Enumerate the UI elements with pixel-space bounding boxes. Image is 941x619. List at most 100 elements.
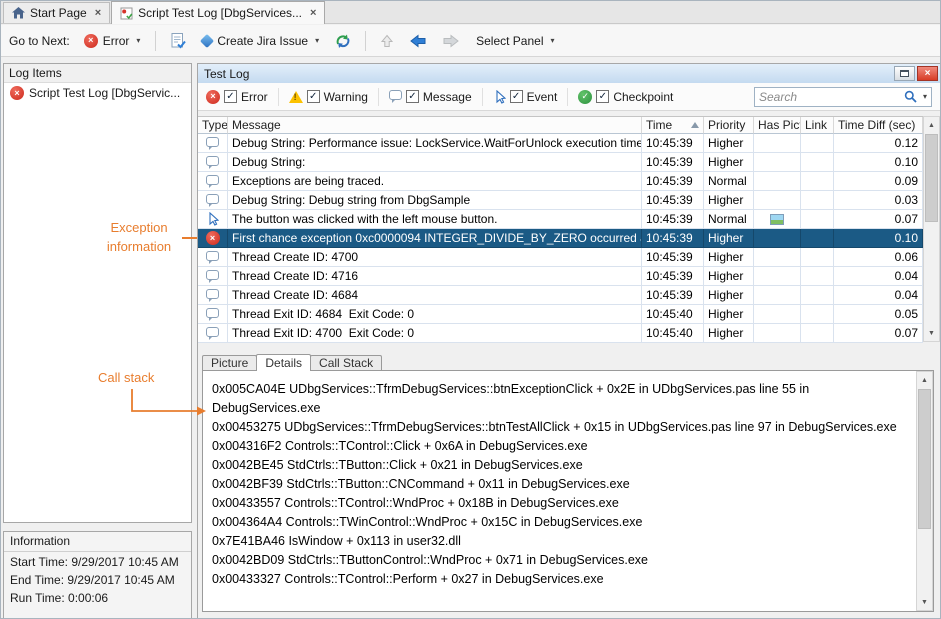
scrollbar-thumb[interactable] <box>918 389 931 529</box>
log-items-panel: Log Items Script Test Log [DbgServic... <box>3 63 192 523</box>
tab-start-page[interactable]: Start Page × <box>3 2 110 23</box>
tab-details[interactable]: Details <box>256 354 311 371</box>
tab-call-stack[interactable]: Call Stack <box>310 355 382 370</box>
column-header-time[interactable]: Time <box>642 117 704 134</box>
table-row[interactable]: Exceptions are being traced. 10:45:39 No… <box>198 172 923 191</box>
go-to-next-dropdown[interactable]: Error ▾ <box>79 31 146 51</box>
filter-separator <box>278 88 279 106</box>
scrollbar-thumb[interactable] <box>925 134 938 222</box>
test-log-window: Start Page × Script Test Log [DbgService… <box>0 0 941 619</box>
filter-separator <box>482 88 483 106</box>
message-icon <box>389 90 402 100</box>
go-to-next-label: Go to Next: <box>9 34 70 48</box>
table-row[interactable]: Thread Create ID: 4684 10:45:39 Higher 0… <box>198 286 923 305</box>
call-stack-line: 0x0042BF39 StdCtrls::TButton::CNCommand … <box>212 475 903 494</box>
filter-label[interactable]: Warning <box>324 90 368 104</box>
call-stack-line: 0x00433327 Controls::TControl::Perform +… <box>212 570 903 589</box>
table-scrollbar[interactable]: ▲ ▼ <box>923 116 940 342</box>
message-icon <box>206 156 219 166</box>
restore-icon <box>900 70 909 77</box>
checkpoint-checkbox[interactable] <box>596 90 609 103</box>
cell-type <box>198 286 228 305</box>
tree-item-script-test-log[interactable]: Script Test Log [DbgServic... <box>4 83 191 102</box>
filter-label[interactable]: Message <box>423 90 472 104</box>
column-header-message[interactable]: Message <box>228 117 642 134</box>
cell-time-diff: 0.04 <box>834 286 923 305</box>
column-header-link[interactable]: Link <box>801 117 834 134</box>
search-dropdown-icon[interactable]: ▾ <box>923 92 927 101</box>
search-icon[interactable] <box>904 90 917 103</box>
table-row[interactable]: Thread Exit ID: 4700 Exit Code: 0 10:45:… <box>198 324 923 343</box>
column-header-label: Time <box>646 118 672 132</box>
call-stack-line: 0x004364A4 Controls::TWinControl::WndPro… <box>212 513 903 532</box>
table-row[interactable]: Thread Create ID: 4700 10:45:39 Higher 0… <box>198 248 923 267</box>
tab-script-test-log[interactable]: Script Test Log [DbgServices... × <box>111 1 325 24</box>
scroll-up-icon[interactable]: ▲ <box>917 372 932 388</box>
table-row-selected[interactable]: First chance exception 0xc0000094 INTEGE… <box>198 229 923 248</box>
cell-has-picture <box>754 210 801 229</box>
tab-label: Start Page <box>30 6 87 20</box>
table-row[interactable]: Debug String: Performance issue: LockSer… <box>198 134 923 153</box>
cell-has-picture <box>754 172 801 191</box>
table-row[interactable]: Debug String: Debug string from DbgSampl… <box>198 191 923 210</box>
end-time-text: End Time: 9/29/2017 10:45 AM <box>4 570 191 588</box>
cell-link <box>801 191 834 210</box>
cell-has-picture <box>754 286 801 305</box>
jira-action-button[interactable] <box>331 31 355 51</box>
log-table: Type Message Time Priority Has Pictu Lin… <box>198 116 923 343</box>
call-stack-line: 0x00433557 Controls::TControl::WndProc +… <box>212 494 903 513</box>
filter-label[interactable]: Error <box>241 90 268 104</box>
tab-picture[interactable]: Picture <box>202 355 257 370</box>
cell-message: The button was clicked with the left mou… <box>228 210 642 229</box>
scroll-up-icon[interactable]: ▲ <box>924 117 939 133</box>
cell-priority: Higher <box>704 153 754 172</box>
search-input[interactable] <box>759 90 900 104</box>
test-log-title: Test Log <box>204 67 894 81</box>
message-icon <box>206 327 219 337</box>
close-icon[interactable]: × <box>310 7 316 19</box>
cell-time-diff: 0.04 <box>834 267 923 286</box>
table-row[interactable]: Debug String: 10:45:39 Higher 0.10 <box>198 153 923 172</box>
column-header-priority[interactable]: Priority <box>704 117 754 134</box>
table-row[interactable]: Thread Create ID: 4716 10:45:39 Higher 0… <box>198 267 923 286</box>
select-panel-dropdown[interactable]: Select Panel ▾ <box>471 31 559 51</box>
scroll-down-icon[interactable]: ▼ <box>917 594 932 610</box>
column-header-time-diff[interactable]: Time Diff (sec) <box>834 117 923 134</box>
cell-type <box>198 248 228 267</box>
cell-link <box>801 324 834 343</box>
go-forward-button[interactable] <box>438 31 464 51</box>
details-scrollbar[interactable]: ▲ ▼ <box>916 371 933 611</box>
float-panel-button[interactable] <box>894 66 915 81</box>
cell-priority: Higher <box>704 248 754 267</box>
cell-link <box>801 248 834 267</box>
close-icon[interactable]: × <box>95 7 101 19</box>
filter-label[interactable]: Event <box>527 90 558 104</box>
table-row[interactable]: The button was clicked with the left mou… <box>198 210 923 229</box>
cell-priority: Higher <box>704 134 754 153</box>
go-back-button[interactable] <box>405 31 431 51</box>
cell-priority: Higher <box>704 267 754 286</box>
event-checkbox[interactable] <box>510 90 523 103</box>
create-jira-issue-button[interactable]: Create Jira Issue ▾ <box>197 31 324 51</box>
event-icon <box>493 90 506 104</box>
column-header-has-picture[interactable]: Has Pictu <box>754 117 801 134</box>
message-checkbox[interactable] <box>406 90 419 103</box>
cell-time: 10:45:39 <box>642 229 704 248</box>
error-checkbox[interactable] <box>224 90 237 103</box>
go-up-button[interactable] <box>376 31 398 51</box>
scroll-down-icon[interactable]: ▼ <box>924 325 939 341</box>
tree-item-label: Script Test Log [DbgServic... <box>29 86 180 100</box>
document-tabstrip: Start Page × Script Test Log [DbgService… <box>1 1 940 24</box>
toolbar-separator <box>155 31 156 51</box>
cell-message: Thread Create ID: 4716 <box>228 267 642 286</box>
search-box: ▾ <box>754 87 932 107</box>
log-report-button[interactable] <box>166 30 190 52</box>
table-row[interactable]: Thread Exit ID: 4684 Exit Code: 0 10:45:… <box>198 305 923 324</box>
warning-checkbox[interactable] <box>307 90 320 103</box>
filter-label[interactable]: Checkpoint <box>613 90 673 104</box>
close-panel-button[interactable]: × <box>917 66 938 81</box>
cell-message: Exceptions are being traced. <box>228 172 642 191</box>
column-header-type[interactable]: Type <box>198 117 228 134</box>
cell-has-picture <box>754 229 801 248</box>
cell-time: 10:45:39 <box>642 248 704 267</box>
